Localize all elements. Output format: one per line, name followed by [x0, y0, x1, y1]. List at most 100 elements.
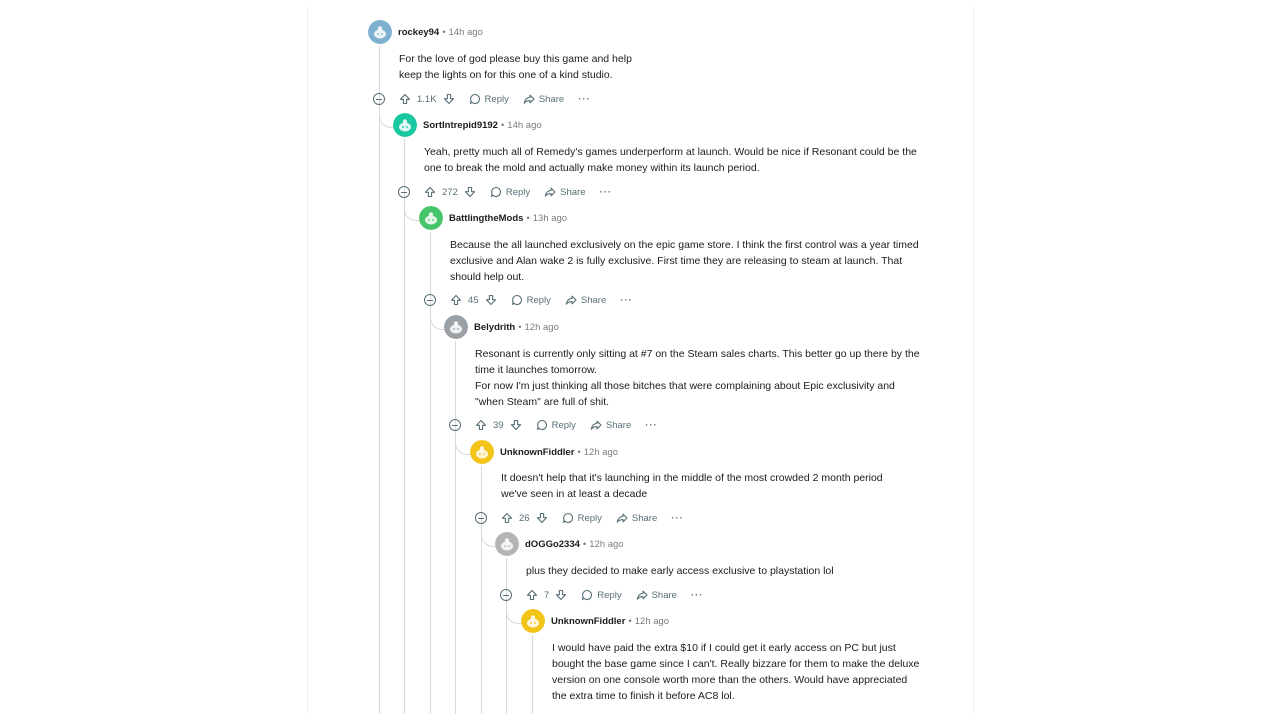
comment-time[interactable]: 13h ago — [533, 213, 567, 224]
thread-line[interactable] — [455, 341, 456, 714]
more-icon[interactable]: ··· — [671, 513, 684, 524]
avatar[interactable] — [495, 532, 519, 556]
thread-connector — [404, 202, 420, 221]
share-icon — [544, 186, 560, 198]
share-button[interactable]: Share — [636, 589, 677, 601]
avatar[interactable] — [444, 315, 468, 339]
upvote-icon[interactable] — [501, 512, 513, 524]
collapse-icon[interactable] — [475, 512, 487, 524]
downvote-icon[interactable] — [536, 512, 548, 524]
share-icon — [616, 512, 632, 524]
reply-button[interactable]: Reply — [581, 589, 622, 601]
upvote-icon[interactable] — [399, 93, 411, 105]
avatar[interactable] — [393, 113, 417, 137]
comment-author[interactable]: dOGGo2334 — [525, 539, 580, 550]
upvote-icon[interactable] — [526, 589, 538, 601]
share-label: Share — [580, 294, 607, 306]
collapse-icon[interactable] — [500, 589, 512, 601]
more-icon[interactable]: ··· — [620, 295, 633, 306]
thread-connector — [481, 528, 496, 547]
comment-time[interactable]: 14h ago — [507, 120, 541, 131]
reply-label: Reply — [484, 93, 509, 105]
share-label: Share — [631, 512, 658, 524]
reply-button[interactable]: Reply — [469, 93, 509, 105]
comment-time[interactable]: 12h ago — [635, 616, 669, 627]
thread-line[interactable] — [532, 635, 533, 714]
upvote-icon[interactable] — [450, 294, 462, 306]
thread-line[interactable] — [404, 139, 405, 714]
avatar[interactable] — [521, 609, 545, 633]
avatar[interactable] — [470, 440, 494, 464]
collapse-icon[interactable] — [424, 294, 436, 306]
reply-label: Reply — [551, 419, 576, 431]
comment-time[interactable]: 14h ago — [449, 27, 483, 38]
comment-text-line: one to break the mold and actually make … — [424, 162, 760, 174]
meta-separator: • — [500, 119, 505, 131]
thread-line[interactable] — [481, 466, 482, 714]
thread-line[interactable] — [379, 46, 380, 714]
reply-label: Reply — [505, 186, 531, 198]
reply-button[interactable]: Reply — [536, 419, 576, 431]
meta-separator: • — [518, 321, 522, 333]
collapse-icon[interactable] — [373, 93, 385, 105]
comment-time[interactable]: 12h ago — [525, 322, 559, 333]
collapse-icon[interactable] — [398, 186, 410, 198]
comment-time[interactable]: 12h ago — [589, 539, 623, 550]
share-label: Share — [651, 589, 677, 601]
share-button[interactable]: Share — [544, 186, 586, 198]
reply-icon — [469, 93, 485, 105]
upvote-icon[interactable] — [475, 419, 487, 431]
collapse-icon[interactable] — [449, 419, 461, 431]
more-icon[interactable]: ··· — [600, 187, 613, 198]
comment-author[interactable]: SortIntrepid9192 — [423, 120, 498, 131]
meta-separator: • — [577, 446, 581, 458]
upvote-icon[interactable] — [424, 186, 436, 198]
share-button[interactable]: Share — [565, 294, 606, 306]
share-button[interactable]: Share — [590, 419, 631, 431]
reply-button[interactable]: Reply — [511, 294, 551, 306]
downvote-icon[interactable] — [464, 186, 476, 198]
meta-separator: • — [526, 212, 530, 224]
comment-actions: 26 Reply Share ··· — [475, 509, 684, 527]
vote-group: 272 — [424, 186, 476, 198]
downvote-icon[interactable] — [443, 93, 455, 105]
downvote-icon[interactable] — [510, 419, 522, 431]
reply-button[interactable]: Reply — [490, 186, 530, 198]
comment-time[interactable]: 12h ago — [584, 447, 618, 458]
reply-button[interactable]: Reply — [562, 512, 602, 524]
comment-author[interactable]: rockey94 — [398, 27, 439, 38]
vote-group: 1.1K — [399, 93, 455, 105]
more-icon[interactable]: ··· — [645, 420, 658, 431]
comment-meta: Belydrith • 12h ago — [444, 315, 559, 339]
vote-count: 45 — [468, 294, 479, 306]
comment-text-line: bought the base game since I can't. Real… — [552, 658, 920, 670]
comment-thread: rockey94 • 14h ago For the love of god plea… — [307, 6, 974, 714]
comment-author[interactable]: UnknownFiddler — [500, 447, 574, 458]
comment-body: plus they decided to make early access e… — [526, 563, 973, 579]
downvote-icon[interactable] — [485, 294, 497, 306]
share-icon — [590, 419, 606, 431]
thread-line[interactable] — [506, 558, 507, 714]
comment-body: Because the all launched exclusively on … — [450, 237, 972, 285]
share-button[interactable]: Share — [616, 512, 657, 524]
reply-icon — [490, 186, 506, 198]
avatar[interactable] — [368, 20, 392, 44]
more-icon[interactable]: ··· — [578, 94, 591, 105]
comment-author[interactable]: UnknownFiddler — [551, 616, 625, 627]
comment-text-line: the extra time to finish it before AC8 l… — [552, 690, 735, 702]
comment-text-line: version on one console worth more than t… — [552, 674, 908, 686]
reply-icon — [581, 589, 597, 601]
share-icon — [565, 294, 581, 306]
vote-count: 1.1K — [417, 93, 437, 105]
share-button[interactable]: Share — [523, 93, 564, 105]
comment-actions: 1.1K Reply Share ··· — [373, 90, 591, 108]
comment-author[interactable]: BattlingtheMods — [449, 213, 523, 224]
avatar[interactable] — [419, 206, 443, 230]
reply-label: Reply — [526, 294, 551, 306]
comment-author[interactable]: Belydrith — [474, 322, 515, 333]
comment-text-line: For now I'm just thinking all those bitc… — [475, 380, 895, 392]
comment-actions: 45 Reply Share ··· — [424, 291, 633, 309]
comment-text-line: time it launches tomorrow. — [475, 364, 597, 376]
more-icon[interactable]: ··· — [691, 590, 704, 601]
downvote-icon[interactable] — [555, 589, 567, 601]
